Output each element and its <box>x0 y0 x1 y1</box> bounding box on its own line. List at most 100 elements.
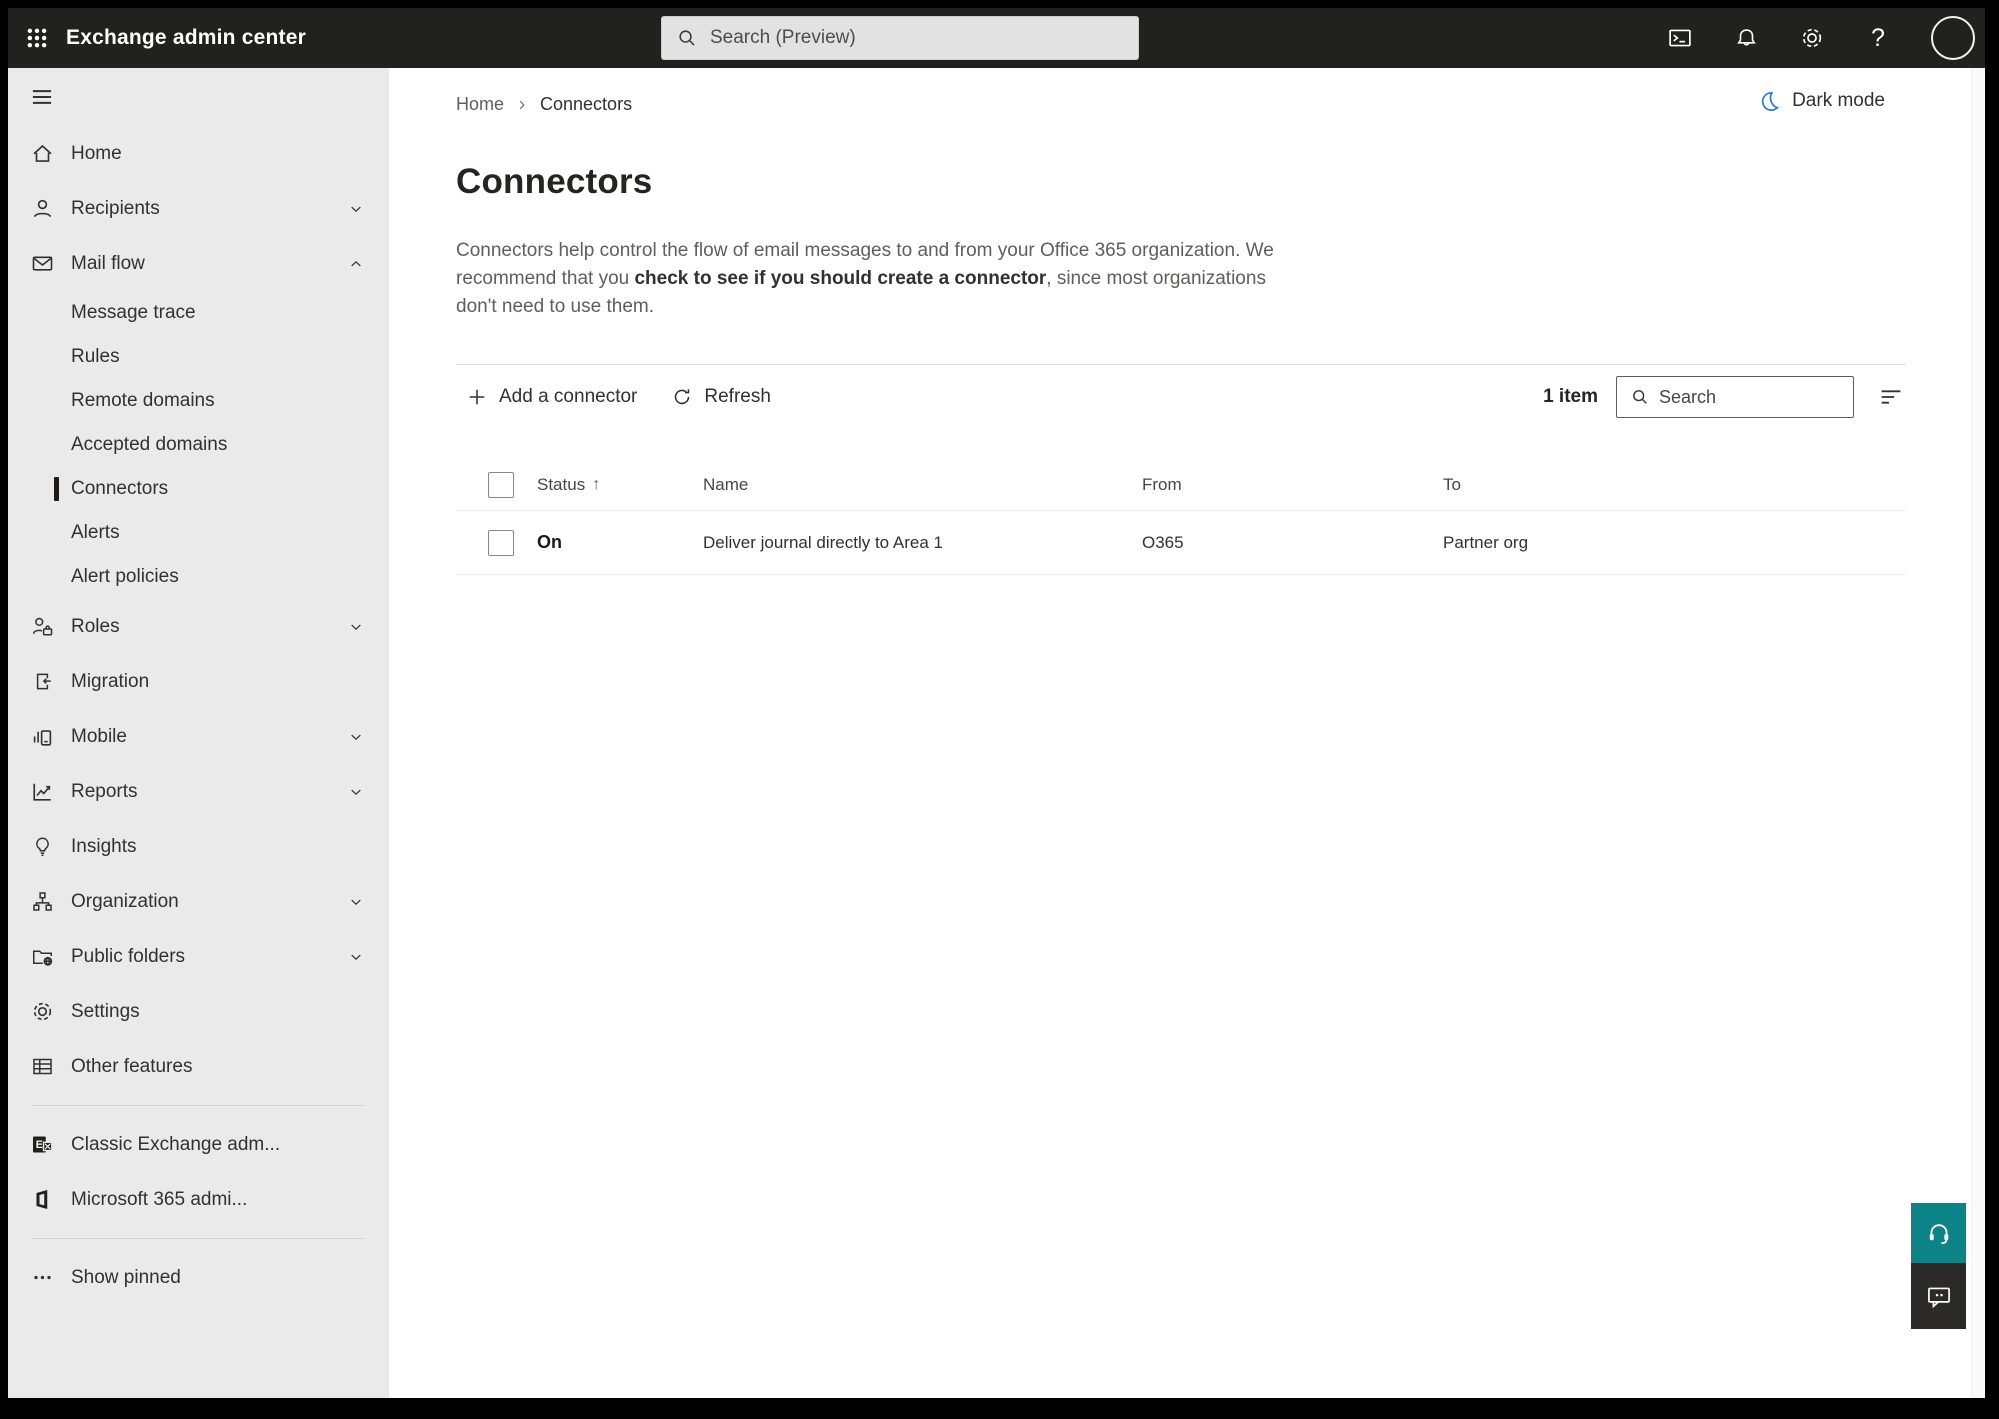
sidebar-item-label: Show pinned <box>71 1266 181 1288</box>
search-icon <box>1633 390 1647 404</box>
sidebar-item-show-pinned[interactable]: Show pinned <box>8 1250 389 1305</box>
sidebar-item-migration[interactable]: Migration <box>8 654 389 709</box>
sidebar-item-classic-exchange[interactable]: E Classic Exchange adm... <box>8 1117 389 1172</box>
sidebar-item-insights[interactable]: Insights <box>8 819 389 874</box>
floating-action-buttons <box>1911 1203 1966 1329</box>
sidebar-item-public-folders[interactable]: Public folders <box>8 929 389 984</box>
feedback-bubble-icon <box>1927 1287 1950 1309</box>
sidebar-item-settings[interactable]: Settings <box>8 984 389 1039</box>
bell-icon <box>1736 28 1756 46</box>
app-launcher-button[interactable] <box>8 8 66 68</box>
refresh-icon <box>675 389 690 405</box>
filter-lines-icon <box>1881 390 1901 404</box>
cell-name[interactable]: Deliver journal directly to Area 1 <box>703 533 1142 553</box>
person-icon <box>33 199 51 218</box>
sidebar-item-label: Other features <box>71 1055 193 1077</box>
sidebar-item-label: Migration <box>71 670 150 692</box>
column-header-to[interactable]: To <box>1443 475 1906 495</box>
refresh-label: Refresh <box>704 386 771 407</box>
sidebar-item-recipients[interactable]: Recipients <box>8 181 389 236</box>
folder-globe-icon <box>32 950 52 966</box>
chevron-up-icon <box>351 260 361 266</box>
chevron-down-icon <box>351 206 361 212</box>
person-briefcase-icon <box>32 617 52 636</box>
add-connector-button[interactable]: Add a connector <box>456 380 647 414</box>
feedback-button[interactable] <box>1911 1263 1966 1329</box>
search-icon <box>679 30 695 46</box>
help-button[interactable]: ? <box>1865 23 1891 52</box>
sidebar-item-label: Accepted domains <box>71 434 228 455</box>
left-nav: Home Recipients Mail flow Message trace … <box>8 68 389 1398</box>
sidebar-item-label: Public folders <box>71 945 186 967</box>
classic-exchange-logo-icon: E <box>32 1136 52 1153</box>
sidebar-item-label: Recipients <box>71 197 160 219</box>
page-title: Connectors <box>456 162 653 201</box>
sidebar-item-organization[interactable]: Organization <box>8 874 389 929</box>
settings-gear-button[interactable] <box>1799 25 1825 51</box>
table-icon <box>32 1058 52 1075</box>
filter-button[interactable] <box>1876 382 1906 412</box>
breadcrumb: Home Connectors <box>456 94 1985 115</box>
row-checkbox[interactable] <box>488 529 514 556</box>
waffle-icon <box>27 28 47 48</box>
hamburger-icon[interactable] <box>29 84 55 110</box>
sidebar-item-connectors[interactable]: Connectors <box>8 467 389 511</box>
sidebar-item-alerts[interactable]: Alerts <box>8 511 389 555</box>
sidebar-item-reports[interactable]: Reports <box>8 764 389 819</box>
sidebar-item-mobile[interactable]: Mobile <box>8 709 389 764</box>
document-arrow-icon <box>36 673 51 690</box>
item-count: 1 item <box>1543 386 1598 407</box>
sidebar-item-home[interactable]: Home <box>8 126 389 181</box>
support-button[interactable] <box>1911 1203 1966 1263</box>
dark-mode-toggle[interactable]: Dark mode <box>1757 89 1885 113</box>
list-search-input[interactable] <box>1659 386 1843 408</box>
list-search-box <box>1616 376 1854 418</box>
moon-icon <box>1761 91 1779 111</box>
column-header-status[interactable]: Status ↑ <box>537 475 703 495</box>
sidebar-divider <box>32 1238 365 1239</box>
sidebar-item-rules[interactable]: Rules <box>8 335 389 379</box>
sidebar-item-message-trace[interactable]: Message trace <box>8 291 389 335</box>
table-row[interactable]: On Deliver journal directly to Area 1 O3… <box>456 511 1906 575</box>
sidebar-item-accepted-domains[interactable]: Accepted domains <box>8 423 389 467</box>
sidebar-item-label: Reports <box>71 780 138 802</box>
column-header-from[interactable]: From <box>1142 475 1443 495</box>
account-avatar[interactable] <box>1931 16 1975 60</box>
description-link[interactable]: check to see if you should create a conn… <box>634 268 1046 289</box>
sidebar-item-remote-domains[interactable]: Remote domains <box>8 379 389 423</box>
lightbulb-icon <box>35 837 49 856</box>
sidebar-item-label: Home <box>71 142 122 164</box>
cell-to: Partner org <box>1443 532 1529 552</box>
sidebar-item-roles[interactable]: Roles <box>8 599 389 654</box>
connectors-table: Status ↑ Name From To On Deliver journal… <box>456 459 1906 575</box>
add-connector-label: Add a connector <box>499 386 638 407</box>
select-all-checkbox[interactable] <box>488 471 514 498</box>
cell-from: O365 <box>1142 532 1184 552</box>
sort-ascending-icon: ↑ <box>592 475 601 493</box>
sidebar-item-m365-admin[interactable]: Microsoft 365 admi... <box>8 1172 389 1227</box>
chevron-down-icon <box>351 954 361 960</box>
svg-text:E: E <box>35 1139 42 1151</box>
page-description: Connectors help control the flow of emai… <box>456 237 1306 321</box>
selected-indicator <box>54 477 59 501</box>
line-chart-icon <box>32 783 51 801</box>
toolbar: Add a connector Refresh 1 item <box>456 365 1906 429</box>
sidebar-item-label: Mail flow <box>71 252 145 274</box>
help-icon: ? <box>1871 23 1885 52</box>
gear-icon <box>33 1002 51 1021</box>
cloud-shell-button[interactable] <box>1667 25 1693 51</box>
refresh-button[interactable]: Refresh <box>661 380 781 414</box>
sidebar-item-alert-policies[interactable]: Alert policies <box>8 555 389 599</box>
gear-icon <box>1802 28 1822 48</box>
notifications-button[interactable] <box>1733 25 1759 51</box>
column-header-name[interactable]: Name <box>703 475 1142 495</box>
sidebar-item-mail-flow[interactable]: Mail flow <box>8 236 389 291</box>
vertical-scrollbar[interactable] <box>1971 68 1985 1398</box>
topbar-actions: ? <box>1667 8 1975 68</box>
breadcrumb-home-link[interactable]: Home <box>456 94 504 115</box>
sidebar-item-label: Organization <box>71 890 179 912</box>
sidebar-item-other-features[interactable]: Other features <box>8 1039 389 1094</box>
global-search-input[interactable] <box>710 27 1124 49</box>
nav-collapse-row <box>8 68 389 126</box>
top-app-bar: Exchange admin center Search (Preview) ? <box>8 8 1985 68</box>
